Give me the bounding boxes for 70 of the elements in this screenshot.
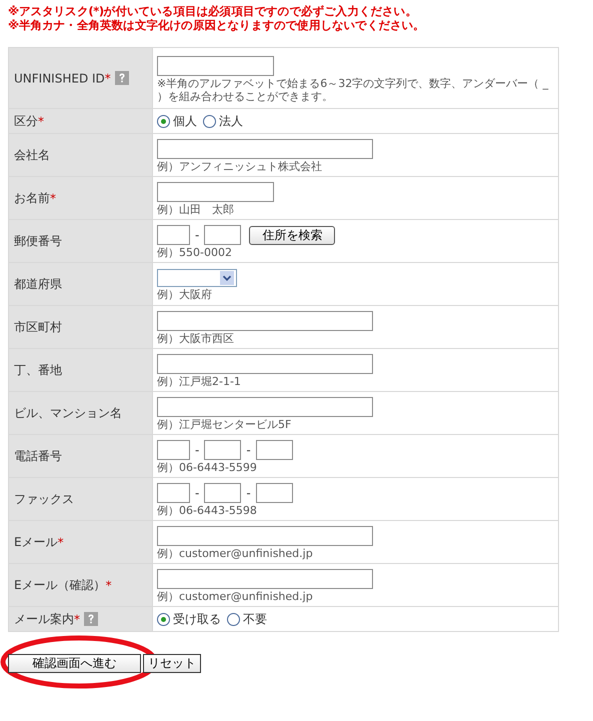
text-field[interactable] xyxy=(157,569,373,589)
field-label: Eメール xyxy=(14,534,58,548)
hint-text: 例）大阪市西区 xyxy=(157,332,235,345)
field-label: メール案内 xyxy=(14,612,74,626)
required-mark: * xyxy=(58,535,64,549)
separator-text: - xyxy=(246,486,251,500)
hint-text: 例）06-6443-5598 xyxy=(157,504,258,517)
confirm-button[interactable]: 確認画面へ進む xyxy=(8,654,141,673)
text-field[interactable] xyxy=(157,311,373,331)
field-label: ビル、マンション名 xyxy=(14,406,122,420)
hint-text: 例）06-6443-5599 xyxy=(157,461,258,474)
prefecture-dropdown[interactable] xyxy=(157,269,237,287)
hint-text: 例）大阪府 xyxy=(157,288,213,301)
phone-field[interactable] xyxy=(204,483,242,503)
hint-text: 例）江戸堀センタービル5F xyxy=(157,418,292,431)
text-field[interactable] xyxy=(157,182,274,202)
phone-field[interactable] xyxy=(204,440,242,460)
field-label: ファックス xyxy=(14,492,74,506)
radio-button[interactable] xyxy=(227,612,240,626)
field-label: 区分 xyxy=(14,114,38,128)
zip-field[interactable] xyxy=(157,225,190,245)
field-label: Eメール（確認） xyxy=(14,578,106,592)
chevron-down-icon xyxy=(219,271,235,285)
field-label: 市区町村 xyxy=(14,320,62,334)
text-field[interactable] xyxy=(157,526,373,546)
help-icon[interactable] xyxy=(84,612,98,626)
separator-text: - xyxy=(195,228,200,242)
required-mark: * xyxy=(106,578,112,592)
hint-text: 例）江戸堀2-1-1 xyxy=(157,375,242,388)
field-label: 電話番号 xyxy=(14,448,62,462)
hint-text: 例）アンフィニッシュト株式会社 xyxy=(157,160,323,173)
field-label: UNFINISHED ID xyxy=(14,71,105,86)
notice-text: ※アスタリスク(*)が付いている項目は必須項目ですので必ずご入力ください。 xyxy=(8,4,418,18)
phone-field[interactable] xyxy=(256,440,293,460)
separator-text: - xyxy=(195,486,200,500)
notice-text: ※半角カナ・全角英数は文字化けの原因となりますので使用しないでください。 xyxy=(8,18,426,32)
radio-label[interactable]: 不要 xyxy=(243,610,267,628)
radio-label[interactable]: 受け取る xyxy=(173,610,221,628)
field-label: お名前 xyxy=(14,190,50,204)
text-field[interactable] xyxy=(157,56,274,76)
field-label: 都道府県 xyxy=(14,276,62,290)
phone-field[interactable] xyxy=(157,483,190,503)
required-mark: * xyxy=(74,612,80,626)
separator-text: - xyxy=(195,443,200,457)
text-field[interactable] xyxy=(157,354,373,374)
radio-button[interactable] xyxy=(203,114,216,128)
hint-text: 例）山田 太郎 xyxy=(157,203,235,216)
radio-button[interactable] xyxy=(157,114,170,128)
address-search-button[interactable]: 住所を検索 xyxy=(249,226,336,244)
phone-field[interactable] xyxy=(157,440,190,460)
radio-button[interactable] xyxy=(157,612,170,626)
hint-text: 例）customer@unfinished.jp xyxy=(157,547,314,560)
text-field[interactable] xyxy=(157,397,373,417)
radio-label[interactable]: 個人 xyxy=(173,112,197,130)
radio-label[interactable]: 法人 xyxy=(219,112,243,130)
reset-button[interactable]: リセット xyxy=(143,654,201,673)
field-label: 会社名 xyxy=(14,148,50,162)
hint-text: 例）customer@unfinished.jp xyxy=(157,590,314,603)
hint-text: 例）550-0002 xyxy=(157,246,233,259)
required-mark: * xyxy=(104,71,111,86)
zip-field[interactable] xyxy=(204,225,242,245)
hint-text: ※半角のアルファベットで始まる6～32字の文字列で、数字、アンダーバー（ _ ）を組み合わせることができます。 xyxy=(157,76,550,102)
help-icon[interactable] xyxy=(114,71,129,86)
separator-text: - xyxy=(246,443,251,457)
text-field[interactable] xyxy=(157,139,373,159)
phone-field[interactable] xyxy=(256,483,293,503)
field-label: 郵便番号 xyxy=(14,234,62,248)
field-label: 丁、番地 xyxy=(14,362,62,376)
required-mark: * xyxy=(38,114,44,128)
required-mark: * xyxy=(50,191,56,205)
